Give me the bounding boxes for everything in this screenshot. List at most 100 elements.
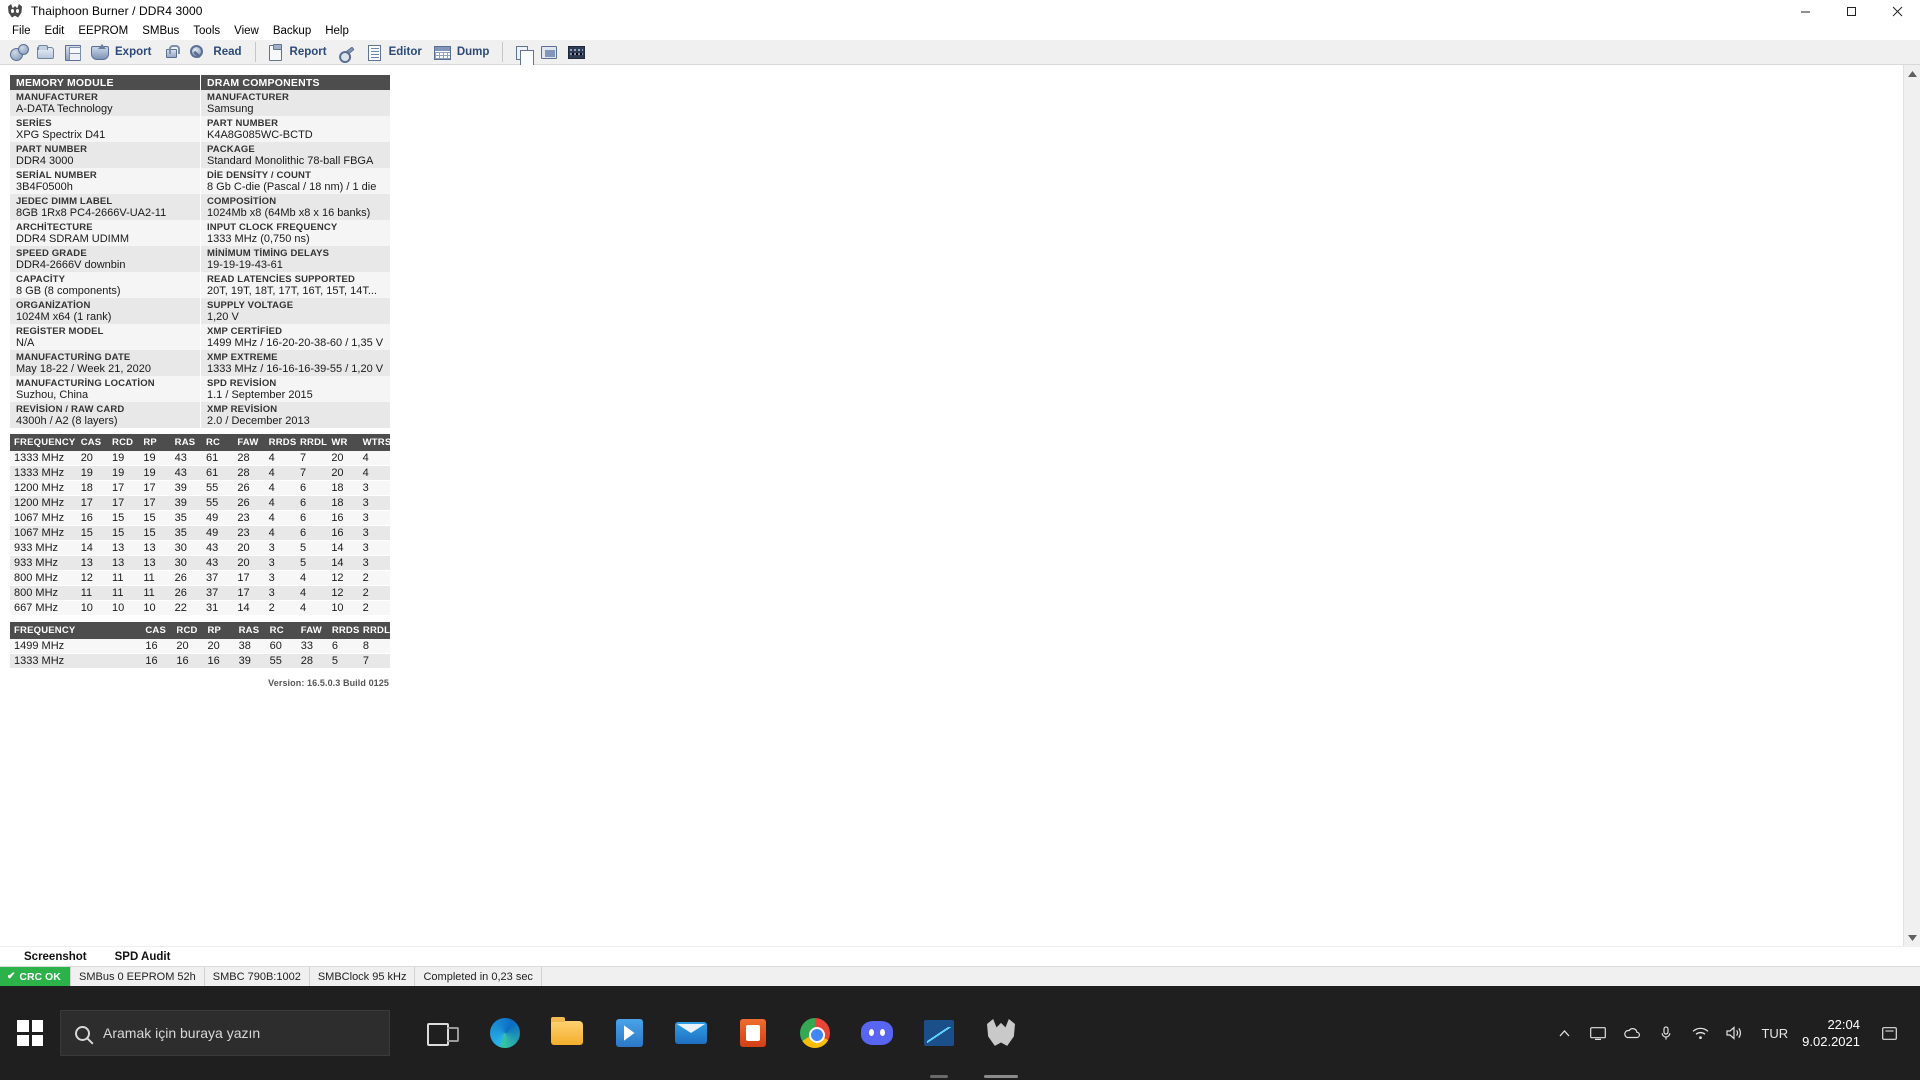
minimize-icon[interactable] [1782,0,1828,22]
tab-screenshot[interactable]: Screenshot [10,951,101,963]
office-icon[interactable] [722,986,784,1080]
memory-module-panel: MEMORY MODULE MANUFACTURER A-DATA Technol… [10,75,200,428]
table-row: REVİSİON / RAW CARD 4300h / A2 (8 layers) [10,402,200,428]
dump-label: Dump [456,46,490,58]
status-badge: ✔ CRC OK [0,967,70,986]
menu-tools[interactable]: Tools [186,22,227,40]
xmp-timing-body: 1499 MHz 16 20 20 38 60 33 6 8 1333 MHz 16 16 16 39 5… [10,639,390,670]
lock-button[interactable] [158,40,185,64]
report-button[interactable]: Report [262,40,334,64]
thaiphoon-burner-icon[interactable] [970,986,1032,1080]
microsoft-store-icon[interactable] [598,986,660,1080]
google-chrome-icon[interactable] [784,986,846,1080]
table-row: MANUFACTURER Samsung [201,90,390,116]
window-controls [1782,0,1920,22]
status-bar: ✔ CRC OK SMBus 0 EEPROM 52h SMBC 790B:10… [0,966,1920,986]
table-row: MANUFACTURER A-DATA Technology [10,90,200,116]
settings-gears-button[interactable] [6,40,33,64]
col-rp: RP [139,434,171,451]
clock-date: 9.02.2021 [1802,1034,1860,1049]
toolbar-separator-1 [254,42,256,62]
vertical-scrollbar[interactable] [1903,65,1920,946]
file-explorer-icon[interactable] [536,986,598,1080]
application-window: Thaiphoon Burner / DDR4 3000 File Edit E… [0,0,1920,1080]
col-rc: RC [265,622,297,640]
check-icon: ✔ [7,971,16,982]
col-ras: RAS [170,434,202,451]
col-frequency: FREQUENCY [10,622,142,640]
col-cas: CAS [141,622,173,640]
magnifier-icon [189,43,208,62]
speaker-icon[interactable] [1717,986,1751,1080]
language-indicator[interactable]: TUR [1751,1026,1798,1041]
col-rrdl: RRDL [295,434,328,451]
crc-label: CRC OK [19,970,61,983]
search-input[interactable]: Aramak için buraya yazın [60,1010,390,1056]
menu-edit[interactable]: Edit [38,22,72,40]
read-label: Read [213,46,242,58]
windows-start-icon[interactable] [0,986,60,1080]
table-row: MANUFACTURİNG DATE May 18-22 / Week 21, 2… [10,350,200,376]
table-row: REGİSTER MODEL N/A [10,324,200,350]
wifi-icon[interactable] [1683,986,1717,1080]
notifications-icon[interactable] [1872,986,1906,1080]
display-icon[interactable] [1581,986,1615,1080]
table-row: 1067 MHz 15 15 15 35 49 23 4 6 16 3 [10,525,390,542]
task-view-icon[interactable] [412,986,474,1080]
mail-icon[interactable] [660,986,722,1080]
chip-button[interactable] [536,40,563,64]
chevron-up-icon[interactable] [1547,986,1581,1080]
table-row: INPUT CLOCK FREQUENCY 1333 MHz (0,750 ns) [201,220,390,246]
table-row: 1333 MHz 19 19 19 43 61 28 4 7 20 4 [10,465,390,482]
copy-button[interactable] [509,40,536,66]
wrench-icon [338,43,357,62]
table-row: 933 MHz 14 13 13 30 43 20 3 5 14 3 [10,540,390,557]
table-row: MİNİMUM TİMİNG DELAYS 19-19-19-43-61 [201,246,390,272]
microsoft-edge-icon[interactable] [474,986,536,1080]
menu-smbus[interactable]: SMBus [135,22,186,40]
menu-backup[interactable]: Backup [266,22,318,40]
performance-monitor-icon[interactable] [908,986,970,1080]
menu-file[interactable]: File [5,22,38,40]
show-desktop-button[interactable] [1906,986,1914,1080]
microphone-icon[interactable] [1649,986,1683,1080]
close-icon[interactable] [1874,0,1920,22]
read-button[interactable]: Read [185,40,248,64]
table-row: ARCHİTECTURE DDR4 SDRAM UDIMM [10,220,200,246]
maximize-icon[interactable] [1828,0,1874,22]
menu-help[interactable]: Help [318,22,356,40]
table-row: PACKAGE Standard Monolithic 78-ball FBGA [201,142,390,168]
xmp-timing-table: FREQUENCY CAS RCD RP RAS RC FAW RRDS RRD… [10,622,390,670]
scroll-down-arrow-icon[interactable] [1904,929,1920,946]
dump-button[interactable]: Dump [429,40,497,64]
clock[interactable]: 22:04 9.02.2021 [1798,1016,1872,1050]
editor-button[interactable]: Editor [361,40,429,64]
discord-icon[interactable] [846,986,908,1080]
bat-logo-icon [7,3,23,19]
tab-spd-audit[interactable]: SPD Audit [101,951,185,963]
col-faw: FAW [296,622,328,640]
status-smbclock: SMBClock 95 kHz [310,967,416,986]
hex-button[interactable] [563,40,590,64]
export-button[interactable]: Export [87,40,158,64]
save-button[interactable] [60,40,87,64]
tools-button[interactable] [334,40,361,64]
col-rcd: RCD [108,434,140,451]
gears-icon [10,43,29,62]
open-button[interactable] [33,40,60,64]
onedrive-icon[interactable] [1615,986,1649,1080]
col-rcd: RCD [172,622,204,640]
table-row: XMP CERTİFİED 1499 MHz / 16-20-20-38-60 /… [201,324,390,350]
export-icon [91,43,110,62]
table-row: 667 MHz 10 10 10 22 31 14 2 4 10 2 [10,600,390,617]
scroll-up-arrow-icon[interactable] [1904,65,1920,82]
table-row: 1200 MHz 18 17 17 39 55 26 4 6 18 3 [10,480,390,497]
clock-time: 22:04 [1827,1017,1860,1032]
table-row: 1333 MHz 20 19 19 43 61 28 4 7 20 4 [10,451,390,467]
toolbar-separator-2 [502,42,504,62]
menu-eeprom[interactable]: EEPROM [71,22,135,40]
status-completed: Completed in 0,23 sec [415,967,542,986]
col-rrdl: RRDL [358,622,390,640]
menu-view[interactable]: View [227,22,266,40]
col-faw: FAW [233,434,265,451]
